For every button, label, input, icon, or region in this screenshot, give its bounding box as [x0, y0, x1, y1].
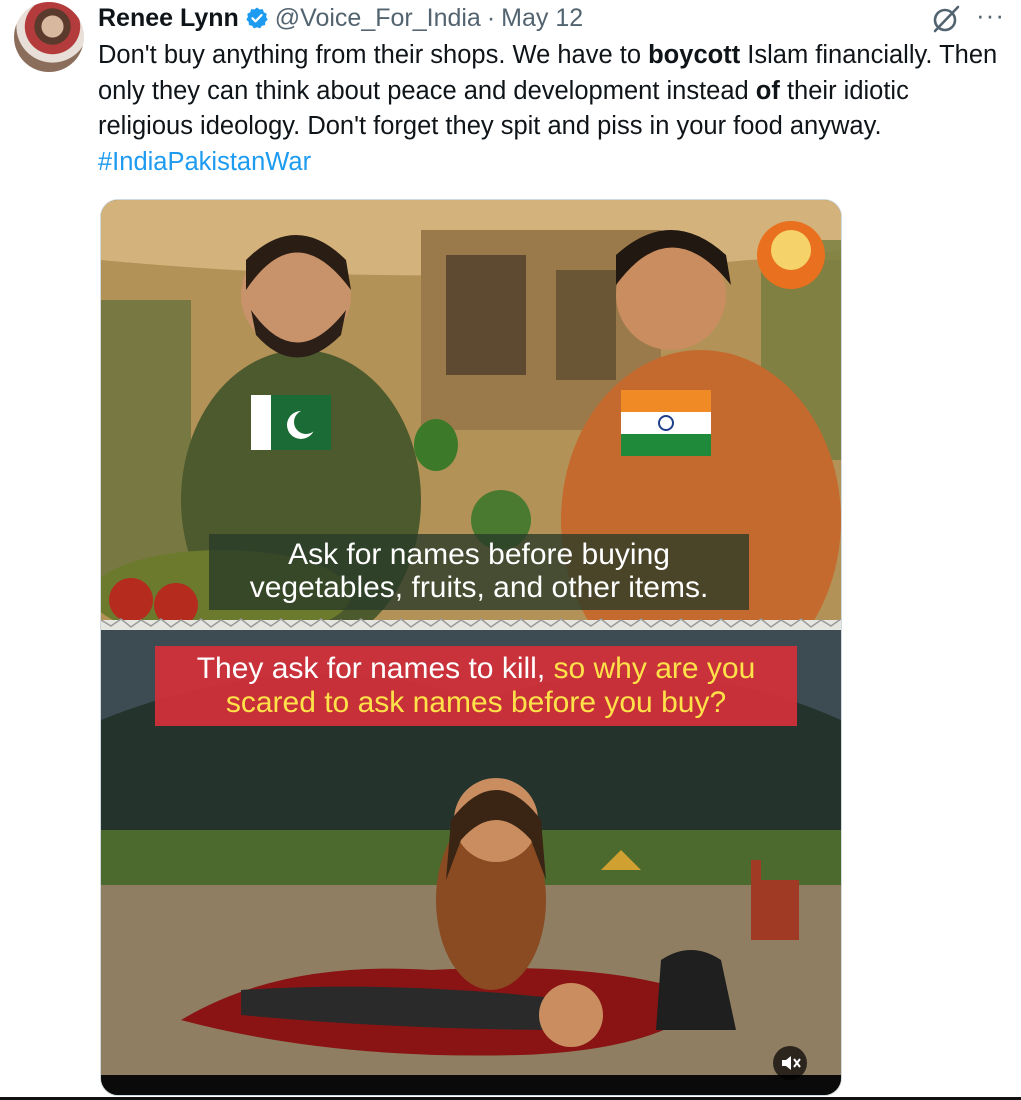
author-handle[interactable]: @Voice_For_India	[275, 4, 481, 33]
window-right	[556, 270, 616, 380]
window-left	[446, 255, 526, 375]
tweet-text: Don't buy anything from their shops. We …	[98, 38, 998, 180]
tweet-text-part1: Don't buy anything from their shops. We …	[98, 41, 649, 69]
tweet-date[interactable]: May 12	[501, 4, 583, 33]
video-progress-bar	[101, 1075, 841, 1095]
grok-icon[interactable]	[930, 4, 962, 34]
tweet-text-bold2: of	[755, 76, 780, 105]
tweet-text-bold1: boycott	[648, 41, 741, 69]
green-pepper	[414, 419, 458, 471]
hashtag-link[interactable]: #IndiaPakistanWar	[98, 148, 311, 176]
more-icon[interactable]: ···	[976, 0, 1005, 31]
india-flag	[621, 390, 711, 412]
verified-badge-icon	[246, 7, 268, 29]
author-name[interactable]: Renee Lynn	[98, 4, 239, 33]
caption-top: Ask for names before buying vegetables, …	[209, 534, 749, 610]
torn-edge	[101, 620, 841, 630]
avatar[interactable]	[14, 2, 84, 72]
sound-icon-glyph	[782, 1056, 801, 1070]
tweet-header: Renee Lynn @Voice_For_India · May 12	[98, 2, 583, 34]
caption-bottom: They ask for names to kill, so why are y…	[155, 646, 797, 726]
sound-icon[interactable]	[773, 1046, 807, 1080]
caption-bottom-white: They ask for names to kill,	[196, 652, 554, 685]
tweet-media[interactable]: Ask for names before buying vegetables, …	[100, 199, 842, 1096]
separator-dot: ·	[486, 3, 496, 32]
